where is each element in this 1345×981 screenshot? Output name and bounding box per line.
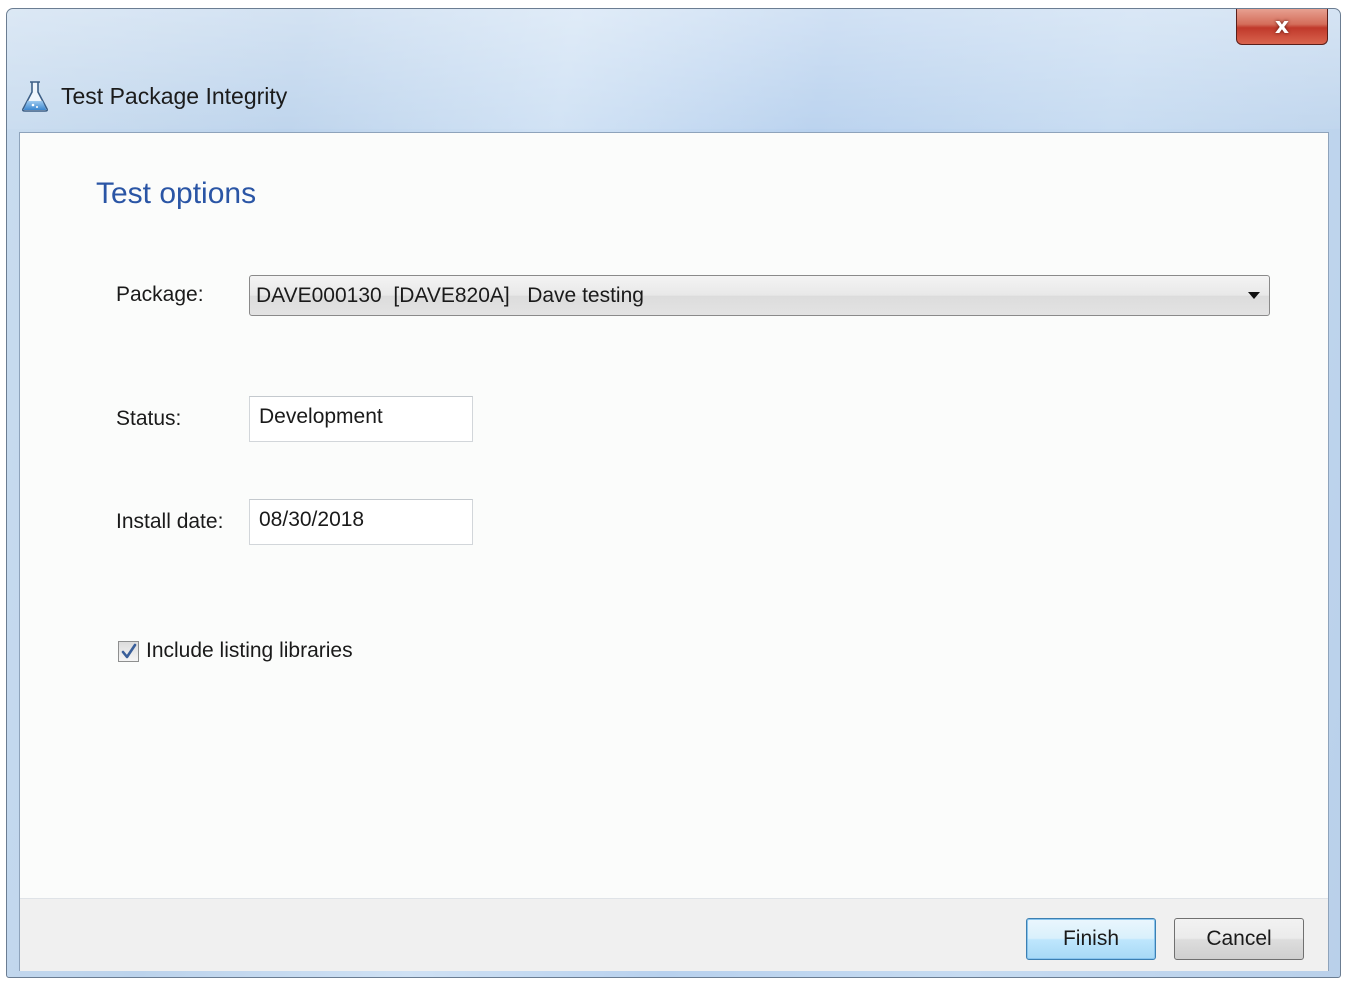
section-title: Test options	[96, 177, 257, 210]
install-date-value: 08/30/2018	[259, 508, 365, 531]
include-listing-libraries-option[interactable]: Include listing libraries	[118, 636, 353, 666]
close-icon: x	[1274, 13, 1290, 39]
button-bar: Finish Cancel	[20, 898, 1328, 971]
dialog-window: x Test Package Integrity Test options Pa…	[6, 8, 1341, 978]
package-label: Package:	[116, 283, 204, 306]
package-value: DAVE000130 [DAVE820A] Dave testing	[256, 284, 644, 307]
install-date-label: Install date:	[116, 510, 224, 533]
status-label: Status:	[116, 407, 182, 430]
window-title: Test Package Integrity	[61, 83, 288, 109]
close-button[interactable]: x	[1236, 9, 1328, 45]
flask-icon	[21, 81, 49, 112]
cancel-button[interactable]: Cancel	[1174, 918, 1304, 960]
install-date-field[interactable]: 08/30/2018	[249, 499, 473, 545]
status-field[interactable]: Development	[249, 396, 473, 442]
status-value: Development	[259, 405, 383, 428]
dialog-content: Test options Package: DAVE000130 [DAVE82…	[19, 132, 1329, 971]
checkmark-icon	[121, 643, 137, 658]
include-listing-libraries-checkbox[interactable]	[118, 640, 139, 662]
package-dropdown[interactable]: DAVE000130 [DAVE820A] Dave testing	[249, 275, 1270, 316]
dropdown-arrow-icon	[1248, 292, 1260, 299]
finish-button[interactable]: Finish	[1026, 918, 1156, 960]
include-listing-libraries-label: Include listing libraries	[146, 639, 353, 662]
